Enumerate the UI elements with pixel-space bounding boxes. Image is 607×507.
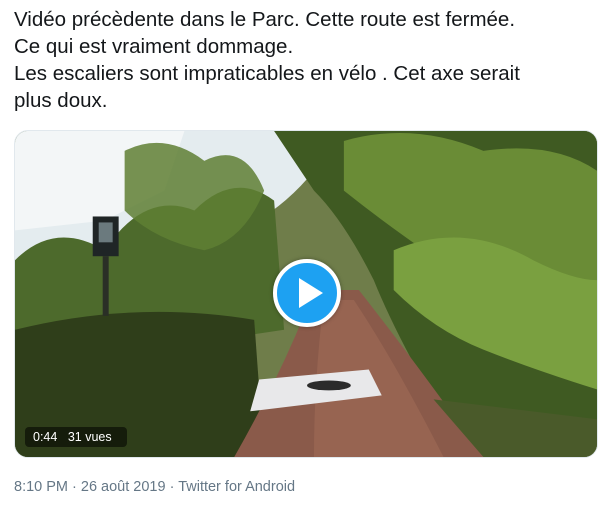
tweet-time[interactable]: 8:10 PM: [14, 479, 68, 495]
video-player[interactable]: 0:44 31 vues: [14, 130, 598, 458]
tweet-text-line: Ce qui est vraiment dommage.: [14, 35, 294, 58]
video-info-badge: 0:44 31 vues: [25, 427, 127, 447]
video-view-count: 31 vues: [67, 430, 112, 444]
tweet-text-line: plus doux.: [14, 89, 108, 112]
tweet-date[interactable]: 26 août 2019: [81, 479, 166, 495]
tweet-text: Vidéo précèdente dans le Parc. Cette rou…: [14, 6, 599, 114]
tweet-text-line: Les escaliers sont impraticables en vélo…: [14, 62, 520, 85]
play-button[interactable]: [273, 259, 341, 327]
meta-separator: ·: [68, 479, 81, 495]
tweet-source[interactable]: Twitter for Android: [178, 479, 295, 495]
video-duration: 0:44: [33, 430, 58, 444]
tweet-meta: 8:10 PM · 26 août 2019 · Twitter for And…: [14, 479, 295, 495]
meta-separator: ·: [165, 479, 179, 495]
tweet-text-line: Vidéo précèdente dans le Parc. Cette rou…: [14, 8, 516, 31]
play-icon: [299, 278, 323, 308]
